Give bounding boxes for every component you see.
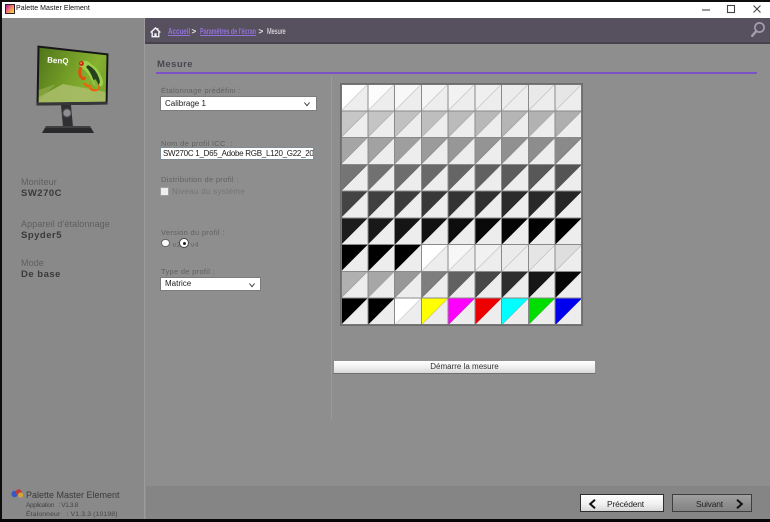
svg-text:BenQ: BenQ bbox=[47, 56, 69, 66]
